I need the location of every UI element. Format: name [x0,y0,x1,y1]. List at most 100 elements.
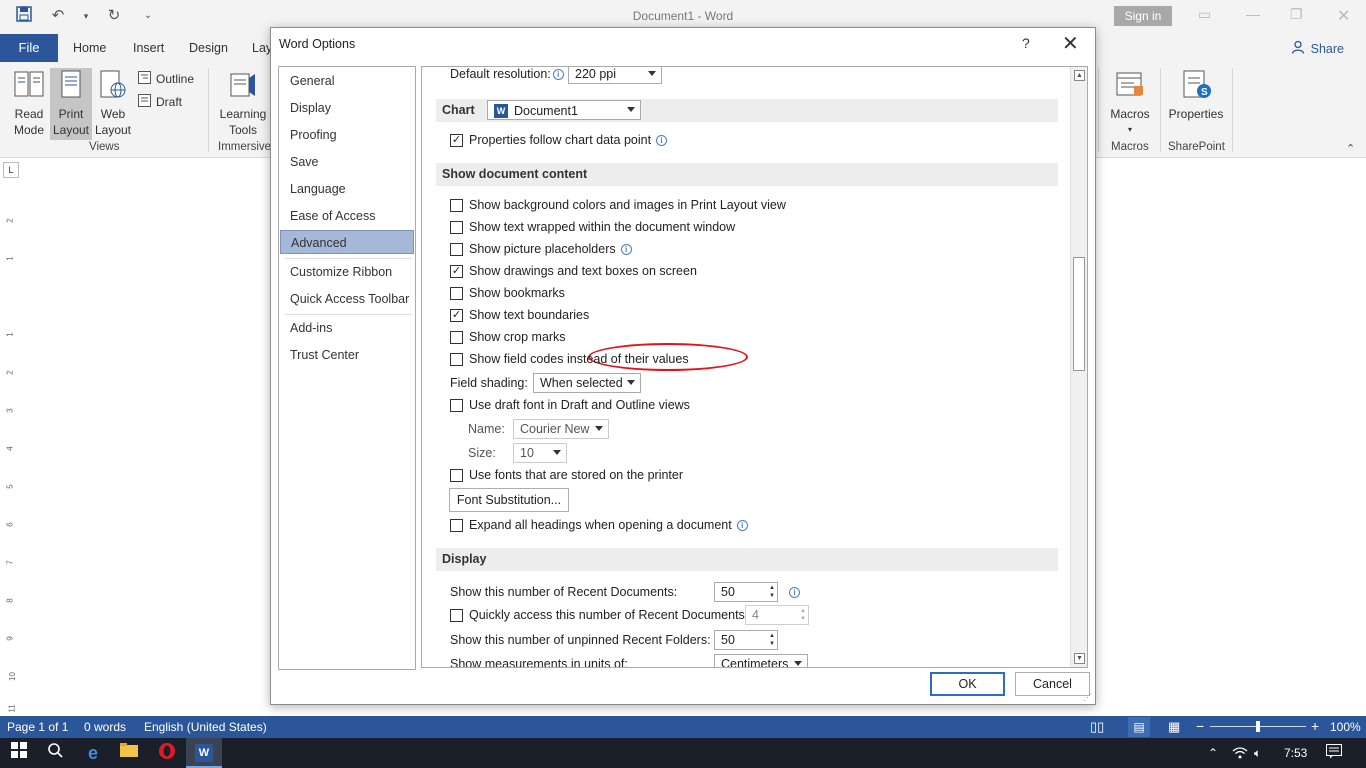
volume-icon[interactable]: 🔈︎ [1254,746,1261,761]
macros-button[interactable]: Macros ▾ [1106,68,1154,140]
tab-design[interactable]: Design [189,41,228,55]
show-crop-marks-checkbox[interactable] [450,330,463,344]
default-resolution-dropdown[interactable]: 220 ppi [568,67,662,84]
outline-button[interactable]: Outline [138,71,194,87]
draft-font-name-dropdown[interactable]: Courier New [513,419,609,439]
zoom-level[interactable]: 100% [1330,720,1361,734]
recent-docs-value: 50 [721,585,735,599]
show-drawings-checkbox[interactable]: ✓ [450,264,463,278]
quick-access-option[interactable]: Quickly access this number of Recent Doc… [450,608,748,622]
tab-insert[interactable]: Insert [133,41,164,55]
nav-item-proofing[interactable]: Proofing [280,123,414,147]
minimize-icon[interactable]: — [1246,6,1260,22]
scrollbar-thumb[interactable] [1073,257,1085,371]
word-taskbar-button[interactable]: W [186,738,222,768]
show-text-wrapped-option[interactable]: Show text wrapped within the document wi… [450,220,735,234]
show-field-codes-checkbox[interactable] [450,352,463,366]
read-mode-view-icon[interactable]: ▯▯ [1090,719,1104,735]
quick-access-spinner[interactable]: 4 ▲ ▼ [745,605,809,625]
show-drawings-option[interactable]: ✓ Show drawings and text boxes on screen [450,264,697,278]
field-shading-dropdown[interactable]: When selected [533,373,641,393]
word-count[interactable]: 0 words [84,720,126,734]
spinner-arrows-icon[interactable]: ▲ ▼ [800,607,806,623]
wifi-icon[interactable] [1232,746,1248,762]
show-background-option[interactable]: Show background colors and images in Pri… [450,198,786,212]
windows-start-icon[interactable] [6,742,32,764]
nav-item-ease-of-access[interactable]: Ease of Access [280,204,414,228]
ribbon-display-options-icon[interactable]: ▭ [1198,6,1211,23]
measurements-dropdown[interactable]: Centimeters [714,654,808,667]
show-field-codes-option[interactable]: Show field codes instead of their values [450,352,689,366]
spinner-arrows-icon[interactable]: ▲ ▼ [769,632,775,648]
nav-item-save[interactable]: Save [280,150,414,174]
show-bookmarks-checkbox[interactable] [450,286,463,300]
printer-fonts-option[interactable]: Use fonts that are stored on the printer [450,468,683,482]
ok-button[interactable]: OK [930,672,1005,696]
tab-home[interactable]: Home [73,41,106,55]
nav-item-language[interactable]: Language [280,177,414,201]
cancel-button[interactable]: Cancel [1015,672,1090,696]
font-substitution-button[interactable]: Font Substitution... [449,488,569,512]
print-layout-button[interactable]: Print Layout [50,68,92,140]
zoom-out-icon[interactable]: − [1196,718,1204,734]
read-mode-button[interactable]: Read Mode [8,68,50,140]
properties-button[interactable]: S Properties [1166,68,1226,140]
recent-docs-spinner[interactable]: 50 ▲ ▼ [714,582,778,602]
clock[interactable]: 7:53 [1284,746,1307,760]
properties-follow-option[interactable]: ✓ Properties follow chart data point i [450,133,668,147]
properties-follow-checkbox[interactable]: ✓ [450,133,463,147]
show-bookmarks-option[interactable]: Show bookmarks [450,286,565,300]
expand-headings-option[interactable]: Expand all headings when opening a docum… [450,518,748,532]
draft-font-option[interactable]: Use draft font in Draft and Outline view… [450,398,690,412]
opera-browser-icon[interactable] [154,742,180,764]
spinner-arrows-icon[interactable]: ▲ ▼ [769,584,775,600]
draft-font-checkbox[interactable] [450,398,463,412]
show-text-boundaries-option[interactable]: ✓ Show text boundaries [450,308,589,322]
nav-item-general[interactable]: General [280,69,414,93]
close-window-icon[interactable]: ✕ [1337,6,1350,26]
show-picture-placeholders-option[interactable]: Show picture placeholders i [450,242,632,256]
close-icon[interactable]: ✕ [1062,31,1079,56]
zoom-in-icon[interactable]: + [1311,718,1319,734]
web-layout-button[interactable]: Web Layout [92,68,134,140]
help-button[interactable]: ? [1022,35,1030,51]
resize-grip-icon[interactable]: ⋰ [1083,692,1092,703]
page-count[interactable]: Page 1 of 1 [7,720,68,734]
print-layout-view-icon[interactable]: ▤ [1128,717,1150,737]
chart-document-dropdown[interactable]: W Document1 [487,100,641,120]
show-text-wrapped-checkbox[interactable] [450,220,463,234]
restore-icon[interactable]: ❐ [1290,6,1303,23]
sign-in-button[interactable]: Sign in [1114,6,1172,26]
nav-item-add-ins[interactable]: Add-ins [280,316,414,340]
nav-item-trust-center[interactable]: Trust Center [280,343,414,367]
draft-button[interactable]: Draft [138,94,182,110]
nav-item-customize-ribbon[interactable]: Customize Ribbon [280,260,414,284]
show-crop-marks-option[interactable]: Show crop marks [450,330,566,344]
unpinned-folders-spinner[interactable]: 50 ▲ ▼ [714,630,778,650]
show-background-checkbox[interactable] [450,198,463,212]
nav-item-advanced[interactable]: Advanced [280,230,414,254]
printer-fonts-checkbox[interactable] [450,468,463,482]
show-text-boundaries-checkbox[interactable]: ✓ [450,308,463,322]
expand-headings-checkbox[interactable] [450,518,463,532]
quick-access-checkbox[interactable] [450,608,463,622]
share-button[interactable]: Share [1291,40,1344,57]
scroll-down-icon[interactable]: ▼ [1074,653,1085,664]
show-hidden-icons-icon[interactable]: ⌃ [1208,746,1218,760]
search-icon[interactable] [42,742,68,764]
zoom-slider-thumb[interactable] [1256,721,1260,732]
nav-item-display[interactable]: Display [280,96,414,120]
draft-font-size-dropdown[interactable]: 10 [513,443,567,463]
file-explorer-icon[interactable] [116,742,142,764]
show-picture-placeholders-checkbox[interactable] [450,242,463,256]
nav-item-quick-access-toolbar[interactable]: Quick Access Toolbar [280,287,414,311]
scroll-up-icon[interactable]: ▲ [1074,70,1085,81]
learning-tools-button[interactable]: Learning Tools [216,68,270,140]
language-indicator[interactable]: English (United States) [144,720,267,734]
edge-browser-icon[interactable]: e [80,742,106,764]
tab-file[interactable]: File [0,34,58,62]
notification-center-icon[interactable] [1326,744,1342,762]
web-layout-view-icon[interactable]: ▦ [1168,719,1180,735]
collapse-ribbon-icon[interactable]: ⌃ [1346,142,1355,155]
options-scrollbar[interactable]: ▲ ▼ [1070,67,1087,667]
